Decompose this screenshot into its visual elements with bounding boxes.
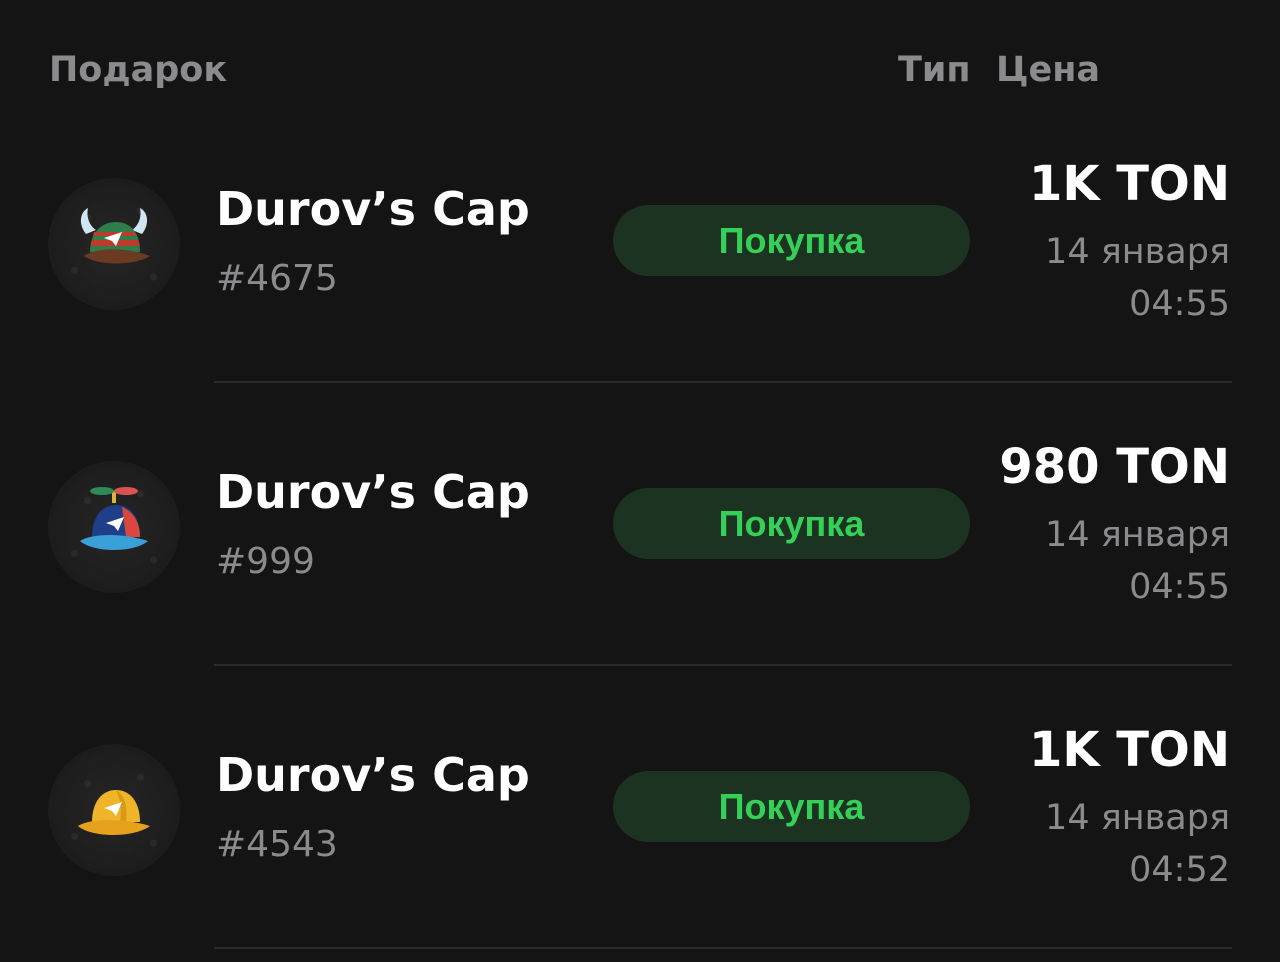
list-item[interactable]: Durov’s Cap #999 Покупка 980 TON 14 янва… [0,383,1280,666]
gift-avatar [48,178,180,310]
time-text: 04:55 [1129,567,1230,607]
date-text: 14 января [1045,515,1230,555]
list-item[interactable]: Durov’s Cap #4543 Покупка 1K TON 14 янва… [0,666,1280,949]
time-text: 04:52 [1129,850,1230,890]
header-gift: Подарок [49,50,228,90]
type-badge[interactable]: Покупка [613,488,970,559]
gift-title: Durov’s Cap [216,748,530,802]
gift-avatar [48,461,180,593]
gift-number: #4543 [216,824,338,865]
date-text: 14 января [1045,798,1230,838]
date-text: 14 января [1045,232,1230,272]
propeller-cap-icon [80,487,148,550]
gift-history-page: Подарок Тип Цена Durov’s Cap #4675 Покуп… [0,0,1280,962]
row-divider [214,947,1232,949]
header-price: Цена [996,50,1101,90]
gift-title: Durov’s Cap [216,465,530,519]
type-badge[interactable]: Покупка [613,205,970,276]
gift-title: Durov’s Cap [216,182,530,236]
table-header: Подарок Тип Цена [0,50,1280,98]
gift-number: #4675 [216,258,338,299]
price-value: 980 TON [999,439,1230,495]
gift-number: #999 [216,541,315,582]
list-item[interactable]: Durov’s Cap #4675 Покупка 1K TON 14 янва… [0,100,1280,383]
time-text: 04:55 [1129,284,1230,324]
gift-avatar [48,744,180,876]
viking-cap-icon [80,208,150,264]
yellow-cap-icon [78,790,150,835]
type-badge[interactable]: Покупка [613,771,970,842]
price-value: 1K TON [1028,722,1230,778]
price-value: 1K TON [1028,156,1230,212]
header-type: Тип [898,50,971,90]
